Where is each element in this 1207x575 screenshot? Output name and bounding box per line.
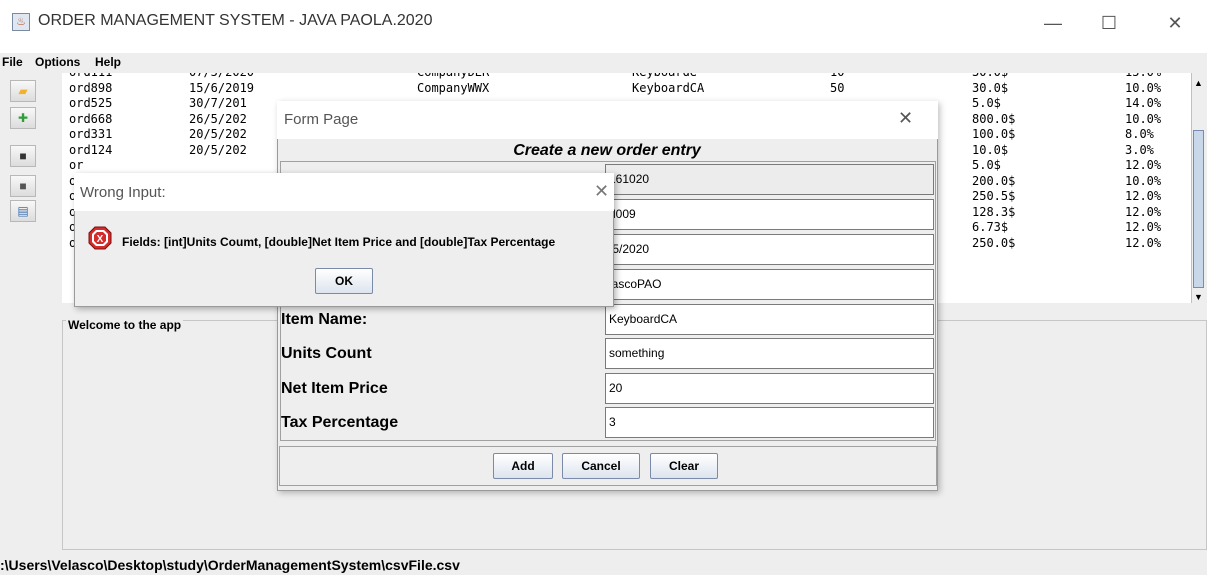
table-cell-units: 10	[830, 73, 844, 79]
item-name-label: Item Name:	[281, 311, 368, 328]
table-cell-price: 250.5$	[972, 189, 1016, 203]
table-cell-tax: 12.0%	[1125, 235, 1162, 250]
table-cell-id: ord124	[69, 142, 113, 157]
table-cell-units: 50	[830, 80, 845, 95]
table-cell-price: 128.3$	[972, 204, 1016, 219]
table-cell-tax: 15.0%	[1125, 73, 1161, 79]
company-field[interactable]: lascoPAO	[605, 269, 934, 300]
file-path-status: :\Users\Velasco\Desktop\study\OrderManag…	[0, 556, 1207, 575]
table-cell-id: or	[69, 158, 84, 172]
units-count-field[interactable]: something	[605, 338, 934, 369]
table-cell-date: 30/7/201	[189, 96, 247, 110]
net-item-price-label: Net Item Price	[281, 380, 388, 397]
table-cell-price: 250.0$	[972, 235, 1016, 250]
order-id-field[interactable]: 161020	[605, 164, 934, 195]
table-cell-tax: 12.0%	[1125, 220, 1162, 234]
welcome-label: Welcome to the app	[66, 318, 184, 332]
close-window-button[interactable]: ✕	[1152, 8, 1198, 38]
add-button[interactable]: Add	[493, 453, 553, 479]
window-title: ORDER MANAGEMENT SYSTEM - JAVA PAOLA.202…	[38, 12, 433, 29]
table-cell-price: 5.0$	[972, 96, 1001, 110]
menu-help[interactable]: Help	[95, 55, 121, 69]
java-cup-icon: ♨	[12, 13, 30, 31]
table-cell-price: 10.0$	[972, 142, 1009, 157]
tax-percentage-field[interactable]: 3	[605, 407, 934, 438]
table-cell-company: CompanyDER	[417, 73, 489, 79]
date-field[interactable]: /5/2020	[605, 234, 934, 265]
save-icon: ■	[19, 149, 27, 163]
table-cell-tax: 10.0%	[1125, 173, 1162, 188]
item-name-field[interactable]: KeyboardCA	[605, 304, 934, 335]
form-close-icon[interactable]: ✕	[898, 108, 913, 129]
table-cell-date: 26/5/202	[189, 111, 247, 126]
ok-button[interactable]: OK	[315, 268, 373, 294]
table-cell-id: ord898	[69, 80, 113, 95]
add-order-icon: ✚	[17, 111, 29, 125]
table-cell-date: 20/5/202	[189, 127, 247, 141]
table-cell-tax: 3.0%	[1125, 142, 1154, 157]
table-cell-price: 100.0$	[972, 127, 1016, 141]
table-cell-price: 30.0$	[972, 73, 1008, 79]
error-icon: X	[88, 226, 112, 250]
maximize-button[interactable]: ☐	[1086, 8, 1132, 38]
table-cell-price: 30.0$	[972, 80, 1009, 95]
scroll-down-icon[interactable]: ▼	[1193, 291, 1204, 303]
table-cell-price: 200.0$	[972, 173, 1016, 188]
form-dialog-title-bar[interactable]	[277, 101, 938, 139]
table-row[interactable]: ord111 07/5/2020 CompanyDER Keyboarde 10 30.0…	[62, 73, 1191, 80]
tax-percentage-label: Tax Percentage	[281, 414, 399, 431]
open-folder-icon: ▰	[18, 84, 28, 98]
clear-button[interactable]: Clear	[650, 453, 718, 479]
scrollbar-thumb[interactable]	[1193, 130, 1204, 288]
units-count-label: Units Count	[281, 345, 372, 362]
error-message: Fields: [int]Units Coumt, [double]Net It…	[122, 235, 556, 249]
table-cell-date: 07/5/2020	[189, 73, 254, 79]
table-cell-price: 800.0$	[972, 111, 1016, 126]
scroll-up-icon[interactable]: ▲	[1193, 76, 1204, 90]
save-as-icon: ■	[19, 179, 27, 193]
table-cell-date: 15/6/2019	[189, 80, 255, 95]
cancel-button[interactable]: Cancel	[562, 453, 640, 479]
table-cell-price: 6.73$	[972, 220, 1009, 234]
table-cell-tax: 8.0%	[1125, 127, 1154, 141]
table-cell-item: KeyboardCA	[632, 80, 705, 95]
table-cell-tax: 14.0%	[1125, 96, 1162, 110]
table-cell-price: 5.0$	[972, 158, 1001, 172]
save-button[interactable]: ■	[10, 145, 36, 167]
table-cell-date: 20/5/202	[189, 142, 247, 157]
details-button[interactable]: ▤	[10, 200, 36, 222]
table-cell-id: ord525	[69, 96, 113, 110]
table-cell-item: Keyboarde	[632, 73, 697, 79]
table-cell-tax: 12.0%	[1125, 189, 1162, 203]
net-item-price-field[interactable]: 20	[605, 373, 934, 404]
table-cell-tax: 12.0%	[1125, 204, 1162, 219]
error-dialog-title: Wrong Input:	[80, 184, 166, 201]
table-cell-tax: 12.0%	[1125, 158, 1162, 172]
minimize-button[interactable]: —	[1030, 8, 1076, 38]
menu-file[interactable]: File	[2, 55, 23, 69]
table-cell-tax: 10.0%	[1125, 80, 1162, 95]
table-cell-company: CompanyWWX	[417, 80, 490, 95]
menu-bar	[0, 53, 1207, 73]
menu-options[interactable]: Options	[35, 55, 80, 69]
open-folder-button[interactable]: ▰	[10, 80, 36, 102]
add-order-button[interactable]: ✚	[10, 107, 36, 129]
save-as-button[interactable]: ■	[10, 175, 36, 197]
table-cell-id: ord111	[69, 73, 112, 79]
error-close-icon[interactable]: ✕	[594, 181, 609, 202]
table-cell-id: ord668	[69, 111, 113, 126]
table-cell-id: ord331	[69, 127, 113, 141]
table-cell-tax: 10.0%	[1125, 111, 1162, 126]
form-dialog-title: Form Page	[284, 111, 359, 128]
order-code-field[interactable]: d009	[605, 199, 934, 230]
details-icon: ▤	[17, 204, 29, 218]
form-heading: Create a new order entry	[513, 142, 701, 159]
table-row[interactable]: ord898 15/6/2019 CompanyWWX KeyboardCA 50 30.…	[62, 81, 1191, 96]
error-icon-glyph: X	[97, 234, 104, 245]
